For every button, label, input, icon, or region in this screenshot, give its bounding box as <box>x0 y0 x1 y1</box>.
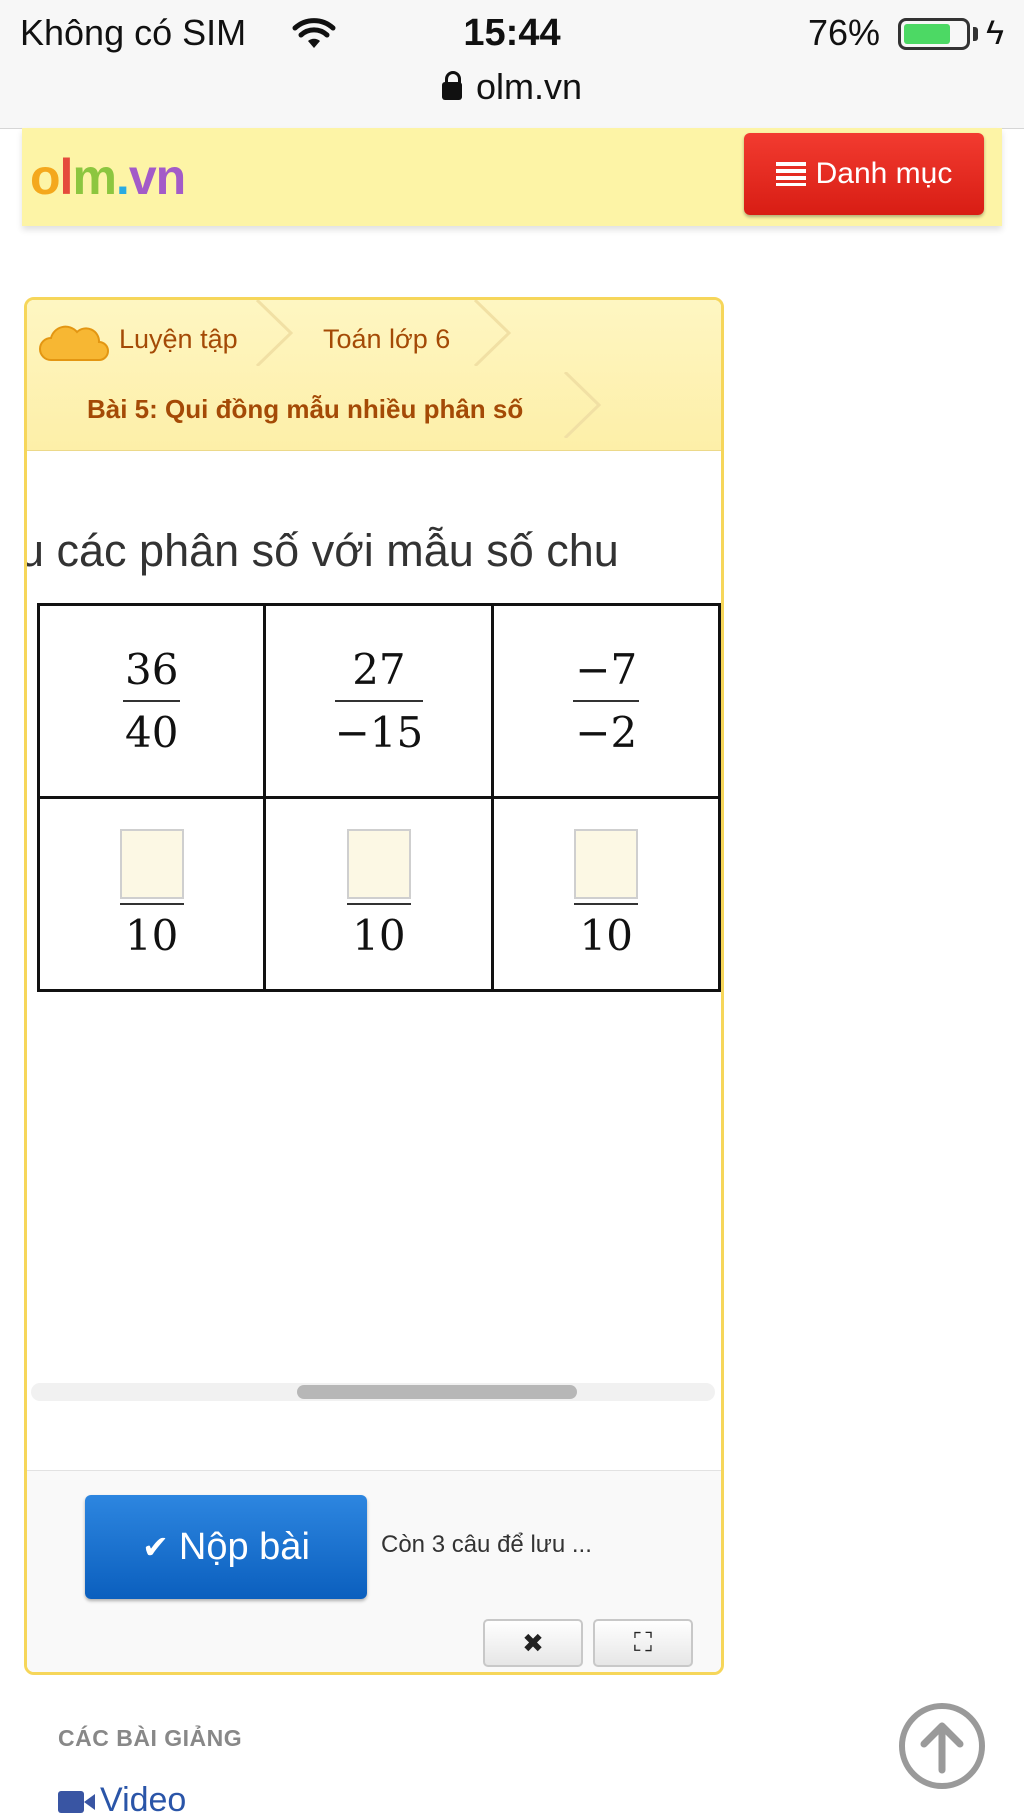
submit-button[interactable]: ✔ Nộp bài <box>85 1495 367 1599</box>
answer-cell: 10 <box>263 796 495 992</box>
fraction-table: 36 40 27 −15 −7 −2 10 10 10 <box>36 603 721 992</box>
answer-fraction: 10 <box>346 828 411 960</box>
denominator: 10 <box>352 910 406 960</box>
menu-button-label: Danh mục <box>815 157 953 190</box>
numerator: 36 <box>124 645 179 694</box>
close-icon: ✖ <box>522 1627 544 1658</box>
breadcrumb-item-lesson[interactable]: Bài 5: Qui đồng mẫu nhiều phân số <box>87 394 523 425</box>
question-text: u các phân số với mẫu số chu <box>24 525 619 576</box>
breadcrumb-item-practice[interactable]: Luyện tập <box>119 324 238 355</box>
fullscreen-icon: ⛶ <box>633 1627 653 1657</box>
fraction: 36 40 <box>122 645 181 757</box>
list-icon <box>775 162 806 186</box>
numerator-input[interactable] <box>574 828 639 899</box>
close-button[interactable]: ✖ <box>483 1619 583 1667</box>
video-link[interactable]: Video <box>58 1781 186 1820</box>
table-row-given: 36 40 27 −15 −7 −2 <box>36 603 721 799</box>
battery-icon <box>898 18 970 50</box>
lock-icon <box>441 71 462 100</box>
denominator: 40 <box>124 708 179 757</box>
logo-letter-m: m <box>72 149 116 205</box>
fraction-cell: 36 40 <box>36 603 267 799</box>
submit-button-label: Nộp bài <box>178 1525 310 1568</box>
fraction-cell: 27 −15 <box>263 603 495 799</box>
breadcrumb-separator <box>255 300 294 366</box>
video-camera-icon <box>58 1791 95 1813</box>
answer-fraction: 10 <box>574 828 639 960</box>
breadcrumb-separator <box>563 372 602 438</box>
denominator: −15 <box>334 708 424 757</box>
fraction: 27 −15 <box>334 645 424 757</box>
numerator: 27 <box>352 645 406 694</box>
video-link-label: Video <box>100 1781 187 1819</box>
denominator: 10 <box>579 910 633 960</box>
answer-cell: 10 <box>36 796 267 992</box>
fullscreen-button[interactable]: ⛶ <box>593 1619 693 1667</box>
battery-tip <box>973 27 978 41</box>
denominator: 10 <box>124 910 179 960</box>
denominator: −2 <box>575 708 638 757</box>
fraction-table-viewport[interactable]: 36 40 27 −15 −7 −2 10 10 10 <box>27 603 721 993</box>
logo-letter-n: n <box>155 149 187 205</box>
address-bar[interactable]: olm.vn <box>0 66 1024 108</box>
answer-fraction: 10 <box>119 828 184 960</box>
numerator-input[interactable] <box>346 828 411 899</box>
url-text: olm.vn <box>475 66 583 107</box>
lessons-heading: CÁC BÀI GIẢNG <box>58 1725 243 1751</box>
numerator: −7 <box>575 645 638 694</box>
battery-level <box>904 24 950 44</box>
horizontal-scrollbar-thumb[interactable] <box>297 1385 577 1399</box>
numerator-input[interactable] <box>119 828 184 899</box>
fraction: −7 −2 <box>573 645 640 757</box>
site-header: olm.vn Danh mục <box>22 128 1002 226</box>
breadcrumb-item-grade6-math[interactable]: Toán lớp 6 <box>323 324 450 355</box>
practice-panel: Luyện tập Toán lớp 6 Bài 5: Qui đồng mẫu… <box>24 297 724 1675</box>
cloud-icon <box>39 325 109 361</box>
panel-footer: ✔ Nộp bài Còn 3 câu để lưu ... ✖ ⛶ <box>27 1470 721 1672</box>
logo-letter-o: o <box>30 149 61 205</box>
logo-dot: . <box>115 149 130 205</box>
breadcrumb-separator <box>473 300 512 366</box>
logo-letter-l: l <box>59 149 74 205</box>
menu-button[interactable]: Danh mục <box>744 133 984 215</box>
breadcrumb: Luyện tập Toán lớp 6 Bài 5: Qui đồng mẫu… <box>27 300 721 451</box>
checkmark-icon: ✔ <box>142 1529 169 1565</box>
ios-status-bar: Không có SIM 15:44 76% ϟ olm.vn <box>0 0 1024 129</box>
logo-letter-v: v <box>128 149 157 205</box>
table-row-answers: 10 10 10 <box>36 796 721 992</box>
battery-percent: 76% <box>808 12 881 53</box>
charging-bolt-icon: ϟ <box>986 14 1004 52</box>
remaining-questions-text: Còn 3 câu để lưu ... <box>381 1531 592 1558</box>
fraction-cell: −7 −2 <box>491 603 721 799</box>
answer-cell: 10 <box>491 796 721 992</box>
scroll-to-top-button[interactable] <box>896 1700 988 1792</box>
site-logo[interactable]: olm.vn <box>30 148 187 206</box>
